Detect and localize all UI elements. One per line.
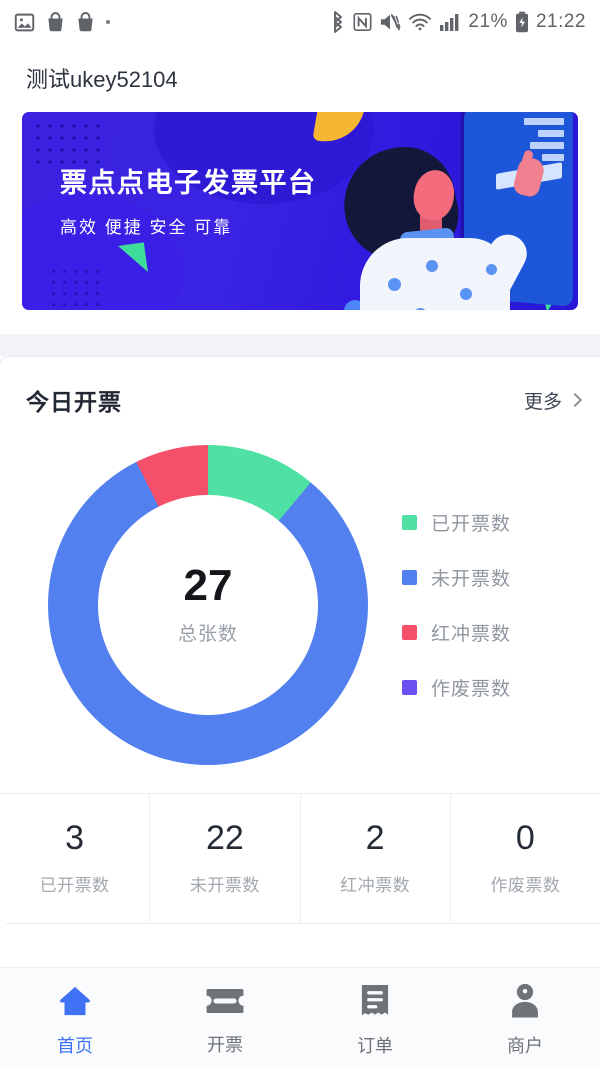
legend-label: 红冲票数 bbox=[431, 624, 512, 645]
legend-swatch-icon bbox=[402, 625, 417, 640]
nav-item-1[interactable]: 首页 bbox=[0, 968, 150, 1067]
nav-label: 开票 bbox=[207, 1035, 243, 1055]
stat-label: 已开票数 bbox=[39, 876, 110, 895]
card-header: 今日开票 更多 bbox=[0, 361, 600, 427]
stats-row: 3 已开票数 22 未开票数 2 红冲票数 0 作废票数 bbox=[0, 793, 600, 923]
stat-label: 作废票数 bbox=[490, 876, 561, 895]
dot-icon bbox=[106, 20, 110, 24]
nav-label: 商户 bbox=[507, 1036, 543, 1056]
card-title: 今日开票 bbox=[26, 389, 122, 415]
status-bar-right-icons: 21% 21:22 bbox=[330, 11, 586, 33]
chart-row: 27 总张数 已开票数未开票数红冲票数作废票数 bbox=[0, 427, 600, 793]
section-divider-band bbox=[0, 334, 600, 356]
banner-dot-grid-topleft-icon bbox=[32, 120, 104, 168]
banner-green-shape-left bbox=[118, 242, 148, 276]
legend-item: 已开票数 bbox=[402, 509, 511, 536]
banner-person-dot bbox=[486, 264, 497, 275]
donut-total-label: 总张数 bbox=[177, 624, 238, 645]
stat-label: 红冲票数 bbox=[340, 876, 411, 895]
more-label: 更多 bbox=[523, 391, 562, 413]
status-bar: 21% 21:22 bbox=[0, 0, 600, 44]
clock-label: 21:22 bbox=[535, 11, 586, 32]
nfc-icon bbox=[353, 12, 372, 32]
today-invoice-card: 今日开票 更多 27 总张数 已开票数 未开票数 红冲票数 作废票数 3 已开票数 22 未… bbox=[0, 356, 600, 924]
battery-percent-label: 21% bbox=[468, 11, 508, 32]
chart-legend: 已开票数未开票数红冲票数作废票数 bbox=[402, 509, 511, 701]
promo-banner[interactable]: 票点点电子发票平台 高效 便捷 安全 可靠 bbox=[22, 112, 578, 310]
more-button[interactable]: 更多 bbox=[523, 387, 583, 414]
stat-value: 2 bbox=[365, 819, 385, 857]
stat-value: 3 bbox=[65, 819, 85, 857]
donut-center: 27 总张数 bbox=[98, 495, 318, 715]
nav-item-2[interactable]: 开票 bbox=[150, 968, 300, 1067]
page-title: 测试ukey52104 bbox=[0, 44, 600, 112]
legend-item: 红冲票数 bbox=[402, 619, 511, 646]
ticket-icon[interactable] bbox=[205, 984, 245, 1023]
banner-wrapper: 票点点电子发票平台 高效 便捷 安全 可靠 bbox=[0, 112, 600, 310]
stat-value: 22 bbox=[205, 819, 244, 857]
bag-icon bbox=[46, 11, 65, 33]
bottom-navigation-bar: 首页 开票 订单 商户 bbox=[0, 967, 600, 1067]
battery-charging-icon bbox=[515, 11, 529, 33]
signal-icon bbox=[439, 12, 461, 32]
donut-total-value: 27 bbox=[183, 561, 233, 610]
banner-title: 票点点电子发票平台 bbox=[60, 168, 317, 198]
wifi-icon bbox=[408, 12, 432, 32]
legend-swatch-icon bbox=[402, 515, 417, 530]
stat-cell[interactable]: 22 未开票数 bbox=[150, 794, 301, 923]
account-name-label: 测试ukey52104 bbox=[26, 67, 178, 92]
bag-icon bbox=[76, 11, 95, 33]
receipt-icon[interactable] bbox=[359, 983, 391, 1024]
stat-label: 未开票数 bbox=[189, 876, 260, 895]
mute-icon bbox=[379, 12, 401, 32]
legend-item: 未开票数 bbox=[402, 564, 511, 591]
status-bar-left-icons bbox=[14, 11, 110, 33]
image-icon bbox=[14, 12, 35, 33]
legend-item: 作废票数 bbox=[402, 674, 511, 701]
nav-item-3[interactable]: 订单 bbox=[300, 968, 450, 1067]
banner-person-dot bbox=[460, 288, 472, 300]
nav-label: 首页 bbox=[57, 1036, 93, 1056]
nav-label: 订单 bbox=[357, 1036, 393, 1056]
person-icon[interactable] bbox=[508, 983, 542, 1024]
legend-label: 未开票数 bbox=[431, 569, 512, 590]
stat-cell[interactable]: 2 红冲票数 bbox=[301, 794, 451, 923]
banner-text-block: 票点点电子发票平台 高效 便捷 安全 可靠 bbox=[60, 170, 317, 238]
chevron-right-icon bbox=[567, 392, 583, 408]
banner-person-dot bbox=[426, 260, 438, 272]
invoice-donut-chart: 27 总张数 bbox=[48, 445, 368, 765]
legend-swatch-icon bbox=[402, 570, 417, 585]
banner-subtitle: 高效 便捷 安全 可靠 bbox=[60, 218, 233, 237]
banner-bottom-gap bbox=[0, 310, 600, 334]
bluetooth-icon bbox=[330, 11, 346, 33]
legend-label: 已开票数 bbox=[431, 514, 512, 535]
legend-swatch-icon bbox=[402, 680, 417, 695]
stat-value: 0 bbox=[515, 819, 535, 857]
stat-cell[interactable]: 3 已开票数 bbox=[0, 794, 151, 923]
banner-dot-grid-bottomleft-icon bbox=[48, 266, 102, 306]
stat-cell[interactable]: 0 作废票数 bbox=[451, 794, 600, 923]
legend-label: 作废票数 bbox=[431, 679, 512, 700]
nav-item-4[interactable]: 商户 bbox=[450, 968, 600, 1067]
home-icon[interactable] bbox=[56, 983, 94, 1024]
banner-person-dot bbox=[388, 278, 401, 291]
